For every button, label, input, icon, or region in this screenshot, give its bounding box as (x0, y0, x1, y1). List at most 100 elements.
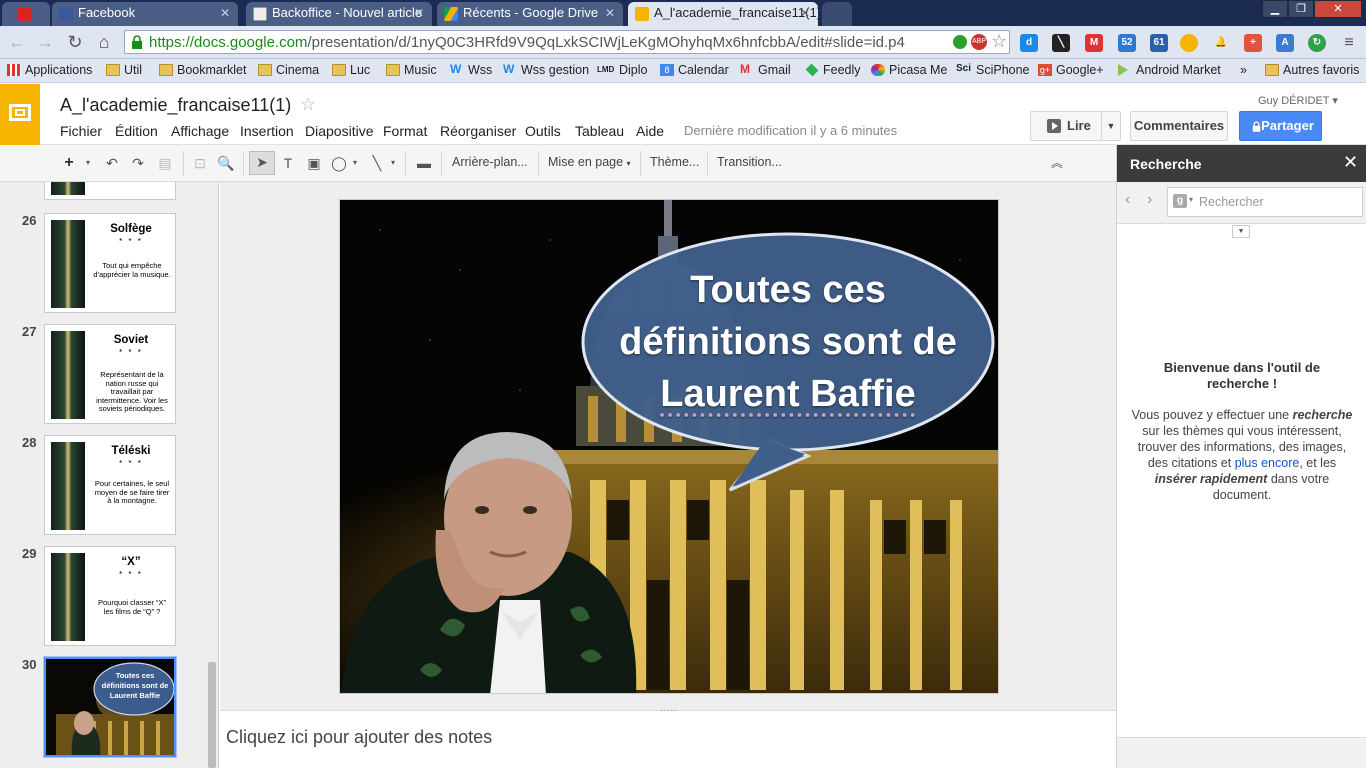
back-icon[interactable]: ‹ (1125, 191, 1130, 209)
minimize-icon[interactable]: ▁ (1262, 0, 1288, 18)
collapse-toolbar-icon[interactable]: ︽ (1047, 153, 1067, 173)
select-tool-icon[interactable]: ➤ (249, 151, 275, 175)
bookmark-bookmarklet[interactable]: Bookmarklet (159, 63, 246, 77)
extension-52-icon[interactable]: 52 (1118, 34, 1136, 52)
extension-circle-icon[interactable] (1180, 34, 1198, 52)
zoom-icon[interactable]: 🔍 (216, 153, 236, 173)
image-icon[interactable]: ▣ (304, 153, 324, 173)
last-modified-status[interactable]: Dernière modification il y a 6 minutes (684, 123, 897, 138)
present-button[interactable]: Lire (1030, 111, 1102, 141)
transition-button[interactable]: Transition... (717, 155, 782, 169)
speaker-notes[interactable]: ····· Cliquez ici pour ajouter des notes (220, 705, 1116, 768)
tab-google-drive[interactable]: Récents - Google Drive ✕ (437, 2, 623, 26)
bookmark-util[interactable]: Util (106, 63, 142, 77)
speech-bubble-text[interactable]: Toutes ces définitions sont de Laurent B… (610, 264, 966, 420)
close-icon[interactable]: ✕ (1343, 152, 1358, 173)
bookmark-gmail[interactable]: M Gmail (740, 62, 791, 77)
theme-button[interactable]: Thème... (650, 155, 699, 169)
bookmark-music[interactable]: Music (386, 63, 437, 77)
adblock-icon[interactable]: ABP (971, 34, 987, 50)
bookmark-wss-gestion[interactable]: W Wss gestion (503, 62, 589, 77)
chevron-down-icon[interactable]: ▾ (1189, 195, 1193, 204)
menu-reorganiser[interactable]: Réorganiser (440, 123, 516, 139)
sync-extension-icon[interactable]: ↻ (1308, 34, 1326, 52)
forward-icon[interactable]: › (1147, 191, 1152, 209)
slide-thumbnail-partial[interactable] (44, 182, 176, 200)
research-search-input[interactable]: g ▾ Rechercher (1167, 187, 1363, 217)
gmail-extension-icon[interactable]: M (1085, 34, 1103, 52)
comment-icon[interactable]: ▬ (414, 153, 434, 173)
slide-thumbnail-29[interactable]: “X” * * * Pourquoi classer “X” les films… (44, 546, 176, 646)
text-box-icon[interactable]: T (278, 153, 298, 173)
layout-button[interactable]: Mise en page ▾ (548, 155, 631, 169)
bookmark-applications[interactable]: Applications (7, 63, 92, 77)
present-options-dropdown[interactable]: ▼ (1101, 111, 1121, 141)
zoom-fit-icon[interactable]: ⊡ (190, 153, 210, 173)
new-slide-dropdown-icon[interactable]: ▾ (82, 153, 94, 173)
bookmark-android-market[interactable]: Android Market (1118, 63, 1221, 77)
bookmark-sciphone[interactable]: Sci SciPhone (956, 63, 1030, 77)
paint-format-icon[interactable]: ▤ (155, 153, 175, 173)
bookmark-star-icon[interactable]: ☆ (991, 31, 1007, 52)
bookmark-picasa[interactable]: Picasa Me (871, 63, 947, 77)
home-icon[interactable]: ⌂ (93, 32, 115, 54)
close-tab-icon[interactable]: ✕ (800, 2, 810, 24)
share-button[interactable]: Partager (1239, 111, 1322, 141)
google-plus-extension-icon[interactable]: + (1244, 34, 1262, 52)
menu-aide[interactable]: Aide (636, 123, 664, 139)
line-icon[interactable]: ╲ (366, 153, 388, 173)
menu-format[interactable]: Format (383, 123, 427, 139)
comments-button[interactable]: Commentaires (1130, 111, 1228, 141)
bookmark-wss[interactable]: W Wss (450, 62, 492, 77)
slide-thumbnail-27[interactable]: Soviet * * * Représentant de la nation r… (44, 324, 176, 424)
forward-icon[interactable]: → (34, 32, 56, 54)
research-options-dropdown[interactable]: ▼ (1232, 225, 1250, 238)
menu-insertion[interactable]: Insertion (240, 123, 294, 139)
chrome-menu-icon[interactable]: ≡ (1340, 34, 1358, 52)
more-link[interactable]: plus encore (1235, 456, 1300, 470)
shape-dropdown-icon[interactable]: ▾ (350, 153, 360, 173)
background-button[interactable]: Arrière-plan... (452, 155, 528, 169)
notes-resize-grip[interactable]: ····· (660, 705, 677, 716)
extension-61-icon[interactable]: 61 (1150, 34, 1168, 52)
bookmark-feedly[interactable]: Feedly (805, 63, 861, 77)
bookmark-google-plus[interactable]: g+ Google+ (1038, 63, 1104, 77)
menu-fichier[interactable]: Fichier (60, 123, 102, 139)
tab-slides-active[interactable]: A_l'academie_francaise11(1) ✕ (628, 2, 818, 26)
more-bookmarks-chevron[interactable]: » (1240, 63, 1247, 77)
current-slide[interactable]: Toutes ces définitions sont de Laurent B… (339, 199, 999, 694)
translate-icon[interactable]: A (1276, 34, 1294, 52)
bookmark-luc[interactable]: Luc (332, 63, 370, 77)
tab-backoffice[interactable]: Backoffice - Nouvel article ✕ (246, 2, 432, 26)
close-window-icon[interactable]: ✕ (1314, 0, 1362, 18)
close-tab-icon[interactable]: ✕ (220, 2, 230, 24)
new-tab-button[interactable] (822, 2, 852, 26)
reload-icon[interactable]: ↻ (64, 32, 86, 54)
star-icon[interactable]: ☆ (300, 94, 316, 115)
menu-affichage[interactable]: Affichage (171, 123, 229, 139)
line-dropdown-icon[interactable]: ▾ (388, 153, 398, 173)
undo-icon[interactable]: ↶ (102, 153, 122, 173)
document-title[interactable]: A_l'academie_francaise11(1) (60, 95, 291, 116)
slide-thumbnail-26[interactable]: Solfège * * * Tout qui empêche d'appréci… (44, 213, 176, 313)
close-tab-icon[interactable]: ✕ (605, 2, 615, 24)
address-bar[interactable]: https://docs.google.com/presentation/d/1… (124, 30, 1010, 54)
bookmark-diplo[interactable]: LMD Diplo (597, 63, 648, 77)
bookmark-other[interactable]: Autres favoris (1265, 63, 1359, 77)
shape-icon[interactable]: ◯ (328, 153, 350, 173)
maximize-icon[interactable]: ❐ (1288, 0, 1314, 18)
menu-outils[interactable]: Outils (525, 123, 561, 139)
menu-tableau[interactable]: Tableau (575, 123, 624, 139)
slide-thumbnail-30-selected[interactable]: Toutes ces définitions sont de Laurent B… (43, 656, 177, 758)
redo-icon[interactable]: ↷ (128, 153, 148, 173)
tab-facebook[interactable]: Facebook ✕ (52, 2, 238, 26)
bookmark-cinema[interactable]: Cinema (258, 63, 319, 77)
slide-thumbnail-28[interactable]: Téléski * * * Pour certaines, le seul mo… (44, 435, 176, 535)
user-account[interactable]: Guy DÉRIDET ▾ (1258, 94, 1338, 107)
extension-d-icon[interactable]: d (1020, 34, 1038, 52)
menu-diapositive[interactable]: Diapositive (305, 123, 373, 139)
menu-edition[interactable]: Édition (115, 123, 158, 139)
new-slide-icon[interactable]: + (58, 153, 80, 173)
extension-pen-icon[interactable]: ╲ (1052, 34, 1070, 52)
close-tab-icon[interactable]: ✕ (414, 2, 424, 24)
